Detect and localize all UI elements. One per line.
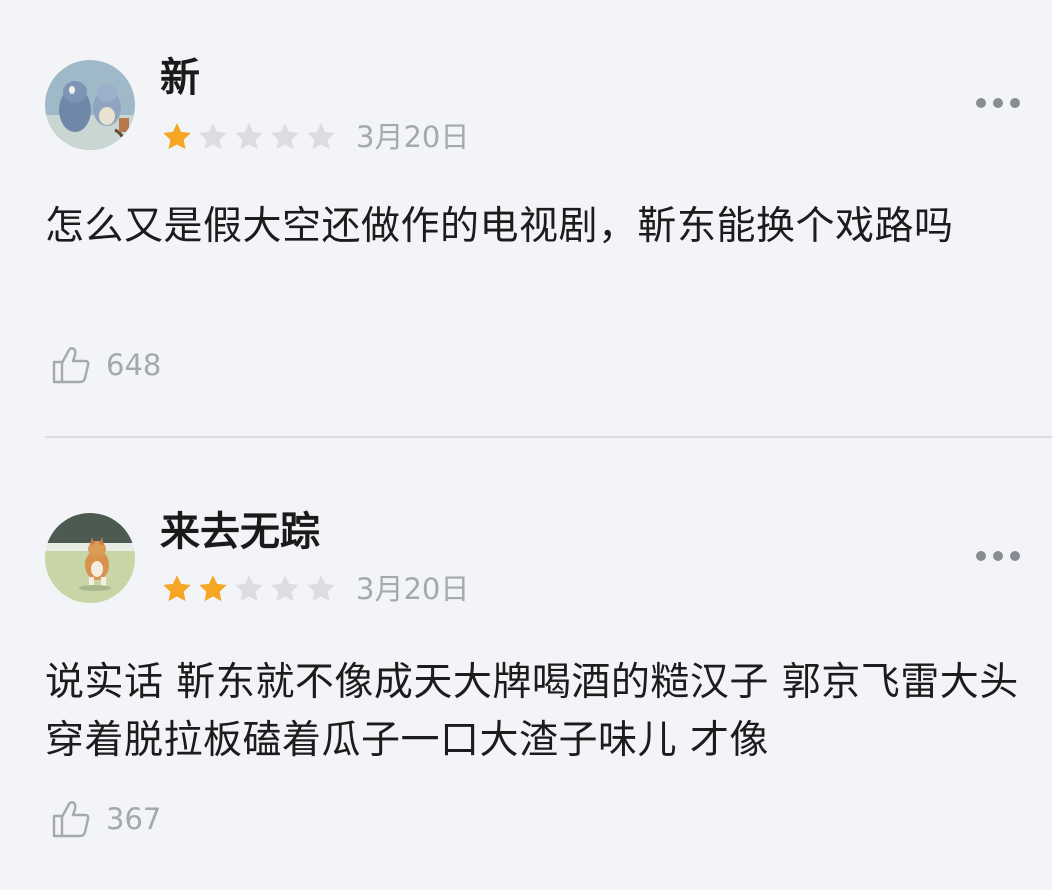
- like-button[interactable]: 648: [50, 344, 161, 386]
- review-comment: 怎么又是假大空还做作的电视剧，靳东能换个戏路吗: [45, 204, 954, 249]
- username[interactable]: 新: [160, 54, 200, 102]
- star-empty-icon: [235, 575, 263, 602]
- thumbs-up-icon: [52, 347, 90, 384]
- review-item: 来去无踪 3月20日 说实话 靳东就不像成天大牌喝酒的糙汉子 郭京飞雷大头穿着脱…: [0, 438, 1052, 890]
- star-rating: [160, 572, 338, 606]
- like-button[interactable]: 367: [50, 798, 161, 840]
- avatar[interactable]: [45, 60, 135, 150]
- star-empty-icon: [271, 123, 299, 150]
- star-filled-icon: [163, 575, 191, 602]
- review-date: 3月20日: [356, 120, 470, 154]
- rating-row: 3月20日: [160, 569, 469, 609]
- username[interactable]: 来去无踪: [160, 508, 320, 556]
- corgi-dog-avatar-icon: [45, 513, 135, 603]
- star-empty-icon: [271, 575, 299, 602]
- star-empty-icon: [307, 123, 335, 150]
- cartoon-cat-mouse-avatar-icon: [45, 60, 135, 150]
- star-empty-icon: [235, 123, 263, 150]
- review-item: 新 3月20日 怎么又是假大空还做作的电视剧，靳东能换个戏路吗 648: [0, 0, 1052, 437]
- review-list: 新 3月20日 怎么又是假大空还做作的电视剧，靳东能换个戏路吗 648 来去无踪…: [0, 0, 1052, 890]
- thumbs-up-icon: [52, 801, 90, 838]
- star-empty-icon: [307, 575, 335, 602]
- star-empty-icon: [199, 123, 227, 150]
- like-count: 367: [106, 802, 162, 836]
- more-options-icon[interactable]: [976, 96, 1020, 110]
- like-count: 648: [106, 348, 162, 382]
- avatar[interactable]: [45, 513, 135, 603]
- star-filled-icon: [199, 575, 227, 602]
- star-rating: [160, 120, 338, 154]
- review-comment: 说实话 靳东就不像成天大牌喝酒的糙汉子 郭京飞雷大头穿着脱拉板磕着瓜子一口大渣子…: [45, 660, 1019, 763]
- star-filled-icon: [163, 123, 191, 150]
- review-date: 3月20日: [356, 572, 470, 606]
- more-options-icon[interactable]: [976, 549, 1020, 563]
- rating-row: 3月20日: [160, 117, 469, 157]
